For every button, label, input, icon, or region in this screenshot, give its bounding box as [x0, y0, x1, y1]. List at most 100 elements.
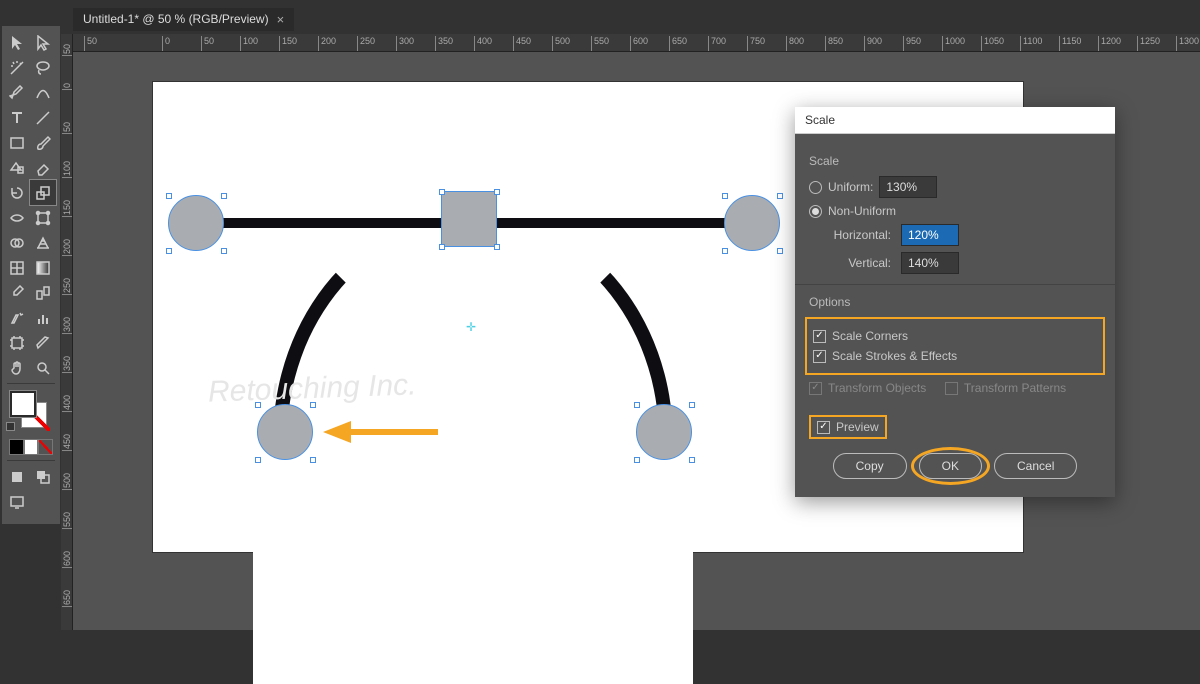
ruler-tick: 1100: [1020, 36, 1042, 52]
ruler-tick: 50: [84, 36, 97, 52]
dialog-title: Scale: [795, 107, 1115, 134]
gradient-tool[interactable]: [30, 255, 56, 280]
selection-tool[interactable]: [4, 30, 30, 55]
free-transform-tool[interactable]: [30, 205, 56, 230]
scale-tool[interactable]: [30, 180, 56, 205]
artboard-tool[interactable]: [4, 330, 30, 355]
close-tab-icon[interactable]: ×: [277, 12, 285, 27]
symbol-sprayer-tool[interactable]: [4, 305, 30, 330]
ruler-tick: 50: [62, 44, 73, 56]
column-graph-tool[interactable]: [30, 305, 56, 330]
shape-circle[interactable]: [168, 195, 224, 251]
scale-corners-row[interactable]: Scale Corners: [813, 329, 1097, 343]
lasso-tool[interactable]: [30, 55, 56, 80]
horizontal-label: Horizontal:: [825, 228, 891, 242]
cancel-button[interactable]: Cancel: [994, 453, 1077, 479]
eraser-tool[interactable]: [30, 155, 56, 180]
checkbox-preview[interactable]: [817, 421, 830, 434]
ruler-tick: 350: [435, 36, 453, 52]
ruler-tick: 400: [474, 36, 492, 52]
rotate-tool[interactable]: [4, 180, 30, 205]
ruler-tick: 100: [62, 161, 73, 178]
scale-dialog: Scale Scale Uniform: 130% Non-Uniform Ho…: [795, 107, 1115, 497]
color-chip-none[interactable]: [38, 439, 53, 455]
perspective-grid-tool[interactable]: [30, 230, 56, 255]
shape-circle[interactable]: [724, 195, 780, 251]
color-mode-row: [4, 437, 58, 457]
ok-button[interactable]: OK: [919, 453, 982, 479]
ruler-tick: 50: [62, 122, 73, 134]
ruler-horizontal: 50 0 50 100 150 200 250 300 350 400 450 …: [73, 34, 1200, 52]
ruler-tick: 350: [62, 356, 73, 373]
ruler-tick: 750: [747, 36, 765, 52]
fill-stroke-swatch[interactable]: [4, 387, 58, 437]
radio-nonuniform[interactable]: [809, 205, 822, 218]
rectangle-tool[interactable]: [4, 130, 30, 155]
ok-highlight: OK: [919, 453, 982, 479]
ruler-tick: 1150: [1059, 36, 1081, 52]
paintbrush-tool[interactable]: [30, 130, 56, 155]
nonuniform-radio-row[interactable]: Non-Uniform: [809, 204, 1101, 218]
ruler-tick: 400: [62, 395, 73, 412]
checkbox-scale-corners[interactable]: [813, 330, 826, 343]
shape-circle[interactable]: [257, 404, 313, 460]
vertical-value-field[interactable]: 140%: [901, 252, 959, 274]
curvature-tool[interactable]: [30, 80, 56, 105]
ruler-tick: 300: [396, 36, 414, 52]
color-chip-fill[interactable]: [9, 439, 24, 455]
width-tool[interactable]: [4, 205, 30, 230]
vertical-label: Vertical:: [825, 256, 891, 270]
shaper-tool[interactable]: [4, 155, 30, 180]
document-tab-bar: Untitled-1* @ 50 % (RGB/Preview) ×: [73, 7, 294, 31]
ruler-tick: 1250: [1137, 36, 1160, 52]
checkbox-transform-objects: [809, 382, 822, 395]
type-tool[interactable]: [4, 105, 30, 130]
color-chip-gradient[interactable]: [24, 439, 39, 455]
scale-strokes-row[interactable]: Scale Strokes & Effects: [813, 349, 1097, 363]
ruler-tick: 950: [903, 36, 921, 52]
hand-tool[interactable]: [4, 355, 30, 380]
checkbox-scale-strokes[interactable]: [813, 350, 826, 363]
ruler-tick: 100: [240, 36, 258, 52]
preview-label: Preview: [836, 420, 879, 434]
eyedropper-tool[interactable]: [4, 280, 30, 305]
line-segment-tool[interactable]: [30, 105, 56, 130]
ruler-tick: 200: [318, 36, 336, 52]
drawing-mode-behind[interactable]: [30, 464, 56, 489]
toolbox: [2, 26, 60, 524]
mesh-tool[interactable]: [4, 255, 30, 280]
shape-circle[interactable]: [636, 404, 692, 460]
ruler-tick: 550: [591, 36, 609, 52]
ruler-tick: 250: [62, 278, 73, 295]
ruler-tick: 650: [669, 36, 687, 52]
ruler-vertical: 50 0 50 100 150 200 250 300 350 400 450 …: [61, 34, 73, 630]
magic-wand-tool[interactable]: [4, 55, 30, 80]
ruler-tick: 500: [62, 473, 73, 490]
annotation-arrow-icon: [323, 417, 443, 447]
direct-selection-tool[interactable]: [30, 30, 56, 55]
ruler-tick: 150: [279, 36, 297, 52]
blend-tool[interactable]: [30, 280, 56, 305]
scale-strokes-label: Scale Strokes & Effects: [832, 349, 957, 363]
slice-tool[interactable]: [30, 330, 56, 355]
ruler-tick: 500: [552, 36, 570, 52]
ruler-tick: 1050: [981, 36, 1004, 52]
horizontal-value-field[interactable]: 120%: [901, 224, 959, 246]
ruler-tick: 850: [825, 36, 843, 52]
ruler-tick: 550: [62, 512, 73, 529]
uniform-value-field[interactable]: 130%: [879, 176, 937, 198]
pen-tool[interactable]: [4, 80, 30, 105]
ruler-tick: 600: [62, 551, 73, 568]
transform-patterns-label: Transform Patterns: [964, 381, 1066, 395]
screen-mode[interactable]: [4, 489, 30, 514]
uniform-radio-row[interactable]: Uniform: 130%: [809, 176, 1101, 198]
ruler-tick: 1300: [1176, 36, 1199, 52]
copy-button[interactable]: Copy: [833, 453, 907, 479]
ruler-tick: 900: [864, 36, 882, 52]
drawing-mode-normal[interactable]: [4, 464, 30, 489]
zoom-tool[interactable]: [30, 355, 56, 380]
shape-builder-tool[interactable]: [4, 230, 30, 255]
ruler-tick: 0: [62, 83, 73, 90]
document-tab[interactable]: Untitled-1* @ 50 % (RGB/Preview) ×: [73, 8, 294, 31]
radio-uniform[interactable]: [809, 181, 822, 194]
